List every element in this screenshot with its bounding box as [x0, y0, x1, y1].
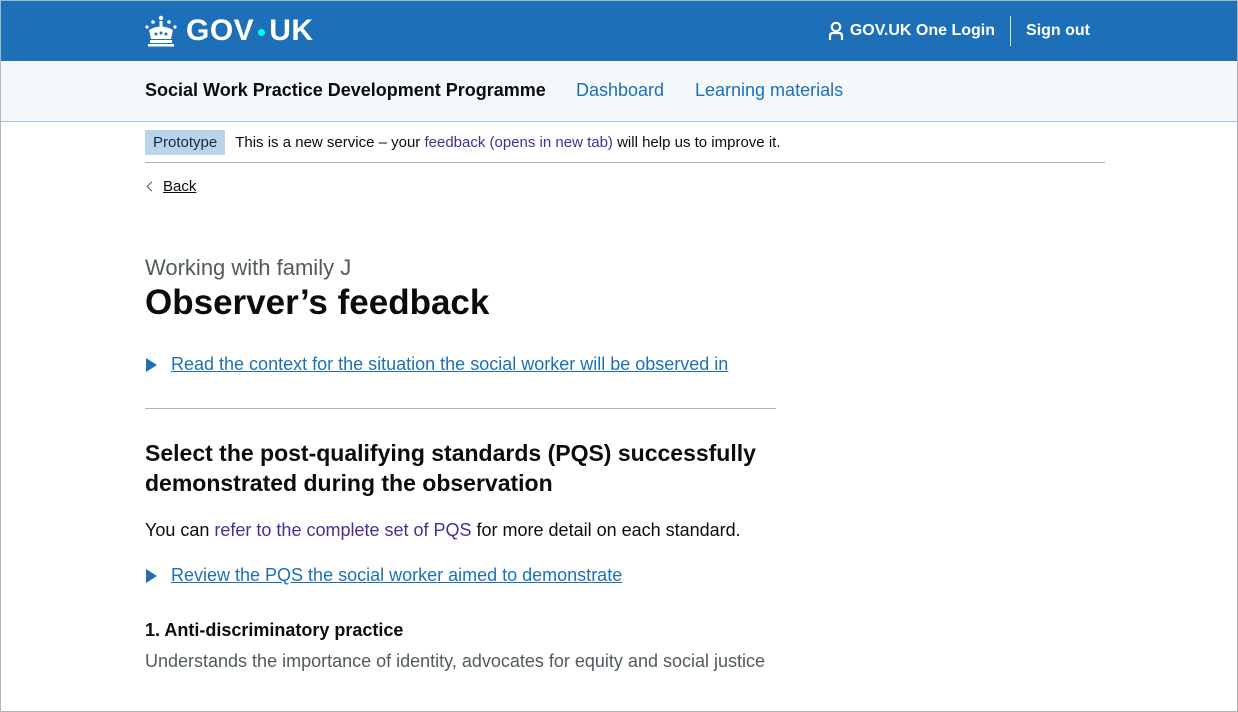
- nav-link-learning-materials[interactable]: Learning materials: [695, 80, 843, 101]
- standard-hint: Understands the importance of identity, …: [145, 651, 766, 671]
- sign-out-link[interactable]: Sign out: [1011, 22, 1090, 40]
- body-text-after: for more detail on each standard.: [471, 520, 741, 540]
- feedback-link[interactable]: feedback (opens in new tab): [424, 134, 612, 151]
- govuk-header: GOV UK GOV.UK One Login Sign out: [1, 1, 1237, 61]
- one-login-link[interactable]: GOV.UK One Login: [828, 21, 1010, 41]
- back-link-label: Back: [163, 178, 197, 195]
- phase-banner: Prototype This is a new service – your f…: [145, 122, 1105, 163]
- standard-title: 1. Anti-discriminatory practice: [145, 620, 404, 640]
- phase-banner-text: This is a new service – your feedback (o…: [235, 134, 780, 151]
- one-login-label: GOV.UK One Login: [849, 22, 996, 39]
- header-divider: [1010, 16, 1012, 46]
- review-pqs-details[interactable]: Review the PQS the social worker aimed t…: [146, 565, 622, 586]
- govuk-logo[interactable]: GOV UK: [144, 13, 314, 49]
- body-text-before: You can: [145, 520, 215, 540]
- page-caption: Working with family J: [145, 255, 352, 280]
- phase-text-after: will help us to improve it.: [612, 133, 781, 151]
- section-divider: [145, 408, 776, 409]
- context-details[interactable]: Read the context for the situation the s…: [146, 354, 728, 375]
- logo-dot: [258, 28, 266, 36]
- back-link[interactable]: Back: [146, 178, 196, 195]
- review-pqs-summary[interactable]: Review the PQS the social worker aimed t…: [171, 565, 622, 586]
- person-icon: [828, 21, 843, 40]
- phase-tag: Prototype: [145, 129, 226, 155]
- pqs-reference-link[interactable]: refer to the complete set of PQS: [214, 520, 471, 540]
- triangle-right-icon: [146, 357, 157, 372]
- logo-text-gov: GOV: [186, 14, 255, 47]
- phase-text-before: This is a new service – your: [235, 133, 425, 151]
- nav-link-dashboard[interactable]: Dashboard: [576, 80, 664, 101]
- context-details-summary[interactable]: Read the context for the situation the s…: [171, 354, 728, 375]
- service-navigation: Social Work Practice Development Program…: [1, 61, 1237, 122]
- logo-text-uk: UK: [269, 14, 314, 47]
- chevron-left-icon: [146, 181, 157, 192]
- header-account-nav: GOV.UK One Login Sign out: [828, 15, 1090, 47]
- service-name[interactable]: Social Work Practice Development Program…: [145, 80, 546, 101]
- crown-icon: [145, 15, 177, 47]
- pqs-section-heading: Select the post-qualifying standards (PQ…: [145, 440, 756, 496]
- pqs-body-text: You can refer to the complete set of PQS…: [145, 520, 741, 541]
- page-title: Observer’s feedback: [145, 283, 490, 322]
- triangle-right-icon: [146, 568, 157, 583]
